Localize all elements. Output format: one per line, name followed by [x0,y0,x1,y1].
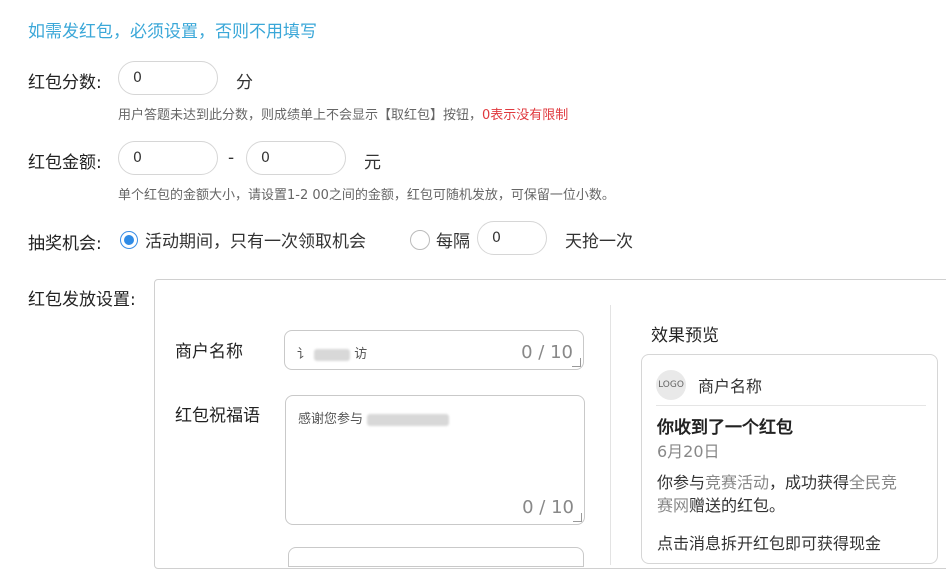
blessing-redacted [367,413,450,426]
lottery-label: 抽奖机会: [28,234,102,254]
lottery-days-input[interactable]: 0 [477,221,547,255]
merchant-name-value: 讠 访 [297,343,367,362]
preview-title: 效果预览 [651,326,719,346]
merchant-name-value-start: 讠 [297,347,311,362]
preview-body: 你参与竞赛活动，成功获得全民竞赛网赠送的红包。 [657,471,922,517]
notice-text: 如需发红包，必须设置，否则不用填写 [28,22,317,42]
lottery-option-once-radio[interactable] [120,231,138,249]
next-field-input[interactable] [288,547,584,567]
preview-link-site-b[interactable]: 赛网 [657,496,689,515]
blessing-value-text: 感谢您参与 [298,412,364,427]
merchant-name-count: 0 / 10 [521,342,573,363]
amount-min-value: 0 [133,150,142,166]
amount-max-input[interactable]: 0 [246,141,346,175]
score-hint: 用户答题未达到此分数，则成绩单上不会显示【取红包】按钮，0表示没有限制 [118,104,568,123]
preview-body-3: 赠送的红包。 [689,496,786,515]
amount-hint: 单个红包的金额大小，请设置1-2 00之间的金额，红包可随机发放，可保留一位小数… [118,188,615,203]
lottery-option-interval-radio[interactable] [410,230,430,250]
lottery-interval-suffix: 天抢一次 [565,232,633,252]
distribution-label: 红包发放设置: [28,290,136,310]
preview-tail: 点击消息拆开红包即可获得现金 [657,534,882,553]
amount-label: 红包金额: [28,153,102,173]
amount-separator: - [228,148,235,168]
preview-body-2: ，成功获得 [769,473,850,492]
preview-link-site-a[interactable]: 全民竞 [849,473,897,492]
lottery-option-interval-label[interactable]: 每隔 [436,227,470,252]
score-input-value: 0 [133,70,142,86]
amount-unit: 元 [364,153,381,173]
preview-body-1: 你参与 [657,473,706,492]
amount-max-value: 0 [261,150,270,166]
blessing-resize-handle[interactable] [573,513,582,522]
preview-card-separator [656,405,926,406]
panel-divider [610,305,611,565]
preview-logo: LOGO [656,370,686,400]
merchant-name-label: 商户名称 [175,342,243,362]
blessing-label: 红包祝福语 [175,406,260,426]
score-hint-red: 0表示没有限制 [482,108,569,123]
merchant-name-redacted [314,348,351,361]
amount-min-input[interactable]: 0 [118,141,218,175]
preview-merchant-name: 商户名称 [698,377,763,396]
lottery-days-value: 0 [492,230,501,246]
preview-link-contest[interactable]: 竞赛活动 [705,473,769,492]
blessing-value: 感谢您参与 [298,408,450,427]
score-input[interactable]: 0 [118,61,218,95]
blessing-textarea[interactable]: 感谢您参与 0 / 10 [285,395,585,525]
merchant-name-value-end: 访 [354,347,368,362]
score-label: 红包分数: [28,73,102,93]
score-unit: 分 [236,73,253,93]
score-hint-main: 用户答题未达到此分数，则成绩单上不会显示【取红包】按钮， [118,108,483,123]
merchant-name-input[interactable]: 讠 访 0 / 10 [284,330,584,370]
blessing-count: 0 / 10 [522,497,574,518]
lottery-option-once-label[interactable]: 活动期间，只有一次领取机会 [145,227,366,252]
merchant-name-resize-handle[interactable] [572,358,581,367]
preview-date: 6月20日 [657,442,720,461]
preview-heading: 你收到了一个红包 [657,418,793,438]
